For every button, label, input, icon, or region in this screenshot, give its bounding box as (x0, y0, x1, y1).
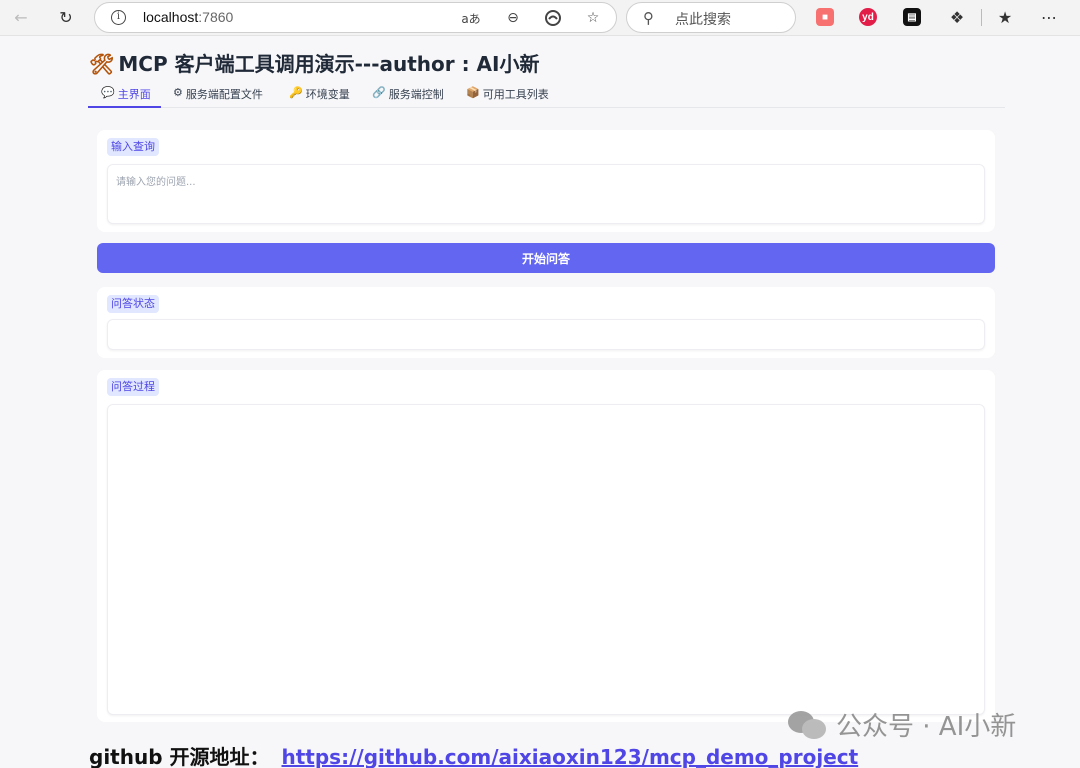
url-host: localhost (143, 9, 199, 25)
tab-server-control[interactable]: 🔗 服务端控制 (372, 86, 444, 108)
page-title-text: MCP 客户端工具调用演示---author : AI小新 (118, 52, 540, 76)
favorites-list-icon[interactable]: ★ (994, 6, 1016, 28)
extension-red-icon[interactable]: ■ (816, 8, 834, 26)
search-placeholder: 点此搜索 (675, 12, 731, 28)
extensions-puzzle-icon[interactable]: ❖ (946, 6, 968, 28)
package-icon: 📦 (466, 86, 480, 99)
watermark-text: 公众号 · AI小新 (836, 712, 1017, 742)
status-label: 问答状态 (107, 295, 159, 313)
start-qa-button[interactable]: 开始问答 (97, 243, 995, 273)
query-label: 输入查询 (107, 138, 159, 156)
reload-icon[interactable]: ↻ (54, 6, 78, 28)
link-icon: 🔗 (372, 86, 386, 99)
extension-dark-icon[interactable]: ▤ (903, 8, 921, 26)
tab-tool-list[interactable]: 📦 可用工具列表 (466, 86, 549, 108)
info-icon[interactable]: i (111, 10, 126, 25)
favorite-star-icon[interactable]: ☆ (583, 8, 603, 28)
footer-prefix: github 开源地址： (89, 745, 270, 768)
tab-label: 可用工具列表 (482, 88, 549, 101)
browser-toolbar: ← ↻ i localhost:7860 aあ ⊖ ☆ ⚲ 点此搜索 ■ yd … (0, 0, 1080, 36)
tools-icon: 🛠 (89, 52, 115, 76)
tab-label: 服务端控制 (388, 88, 444, 101)
extension-yd-icon[interactable]: yd (859, 8, 877, 26)
wechat-logo-icon (788, 709, 828, 741)
query-input[interactable] (108, 165, 984, 223)
footer: github 开源地址： https://github.com/aixiaoxin… (89, 741, 858, 768)
watermark: 公众号 · AI小新 (788, 706, 1016, 743)
url-text[interactable]: localhost:7860 (143, 9, 233, 25)
back-arrow-icon[interactable]: ← (9, 6, 33, 28)
search-icon: ⚲ (643, 9, 654, 27)
more-menu-icon[interactable]: ⋯ (1038, 6, 1060, 28)
zoom-out-icon[interactable]: ⊖ (503, 8, 523, 28)
browser-search-box[interactable]: ⚲ 点此搜索 (626, 2, 796, 33)
status-output[interactable] (108, 320, 984, 349)
status-field (107, 319, 985, 350)
github-link[interactable]: https://github.com/aixiaoxin123/mcp_demo… (282, 745, 859, 768)
tab-main[interactable]: 💬 主界面 (88, 86, 161, 108)
tab-label: 服务端配置文件 (185, 88, 263, 101)
process-label: 问答过程 (107, 378, 159, 396)
read-aloud-icon[interactable]: aあ (461, 8, 481, 28)
status-card: 问答状态 (97, 287, 995, 358)
tab-env-vars[interactable]: 🔑 环境变量 (289, 86, 350, 108)
gear-icon: ⚙ (173, 86, 183, 99)
process-output[interactable] (108, 405, 984, 714)
key-icon: 🔑 (289, 86, 303, 99)
tab-bar: 💬 主界面 ⚙ 服务端配置文件 🔑 环境变量 🔗 服务端控制 📦 可用工具列表 (88, 84, 1005, 108)
toolbar-divider (981, 9, 982, 26)
tab-label: 主界面 (117, 88, 151, 101)
edge-logo-icon[interactable] (543, 8, 563, 28)
tab-server-config[interactable]: ⚙ 服务端配置文件 (173, 86, 263, 108)
url-port: :7860 (198, 9, 234, 25)
process-field (107, 404, 985, 715)
chat-icon: 💬 (101, 86, 115, 99)
address-bar[interactable]: i localhost:7860 aあ ⊖ ☆ (94, 2, 617, 33)
page-title: 🛠 MCP 客户端工具调用演示---author : AI小新 (89, 48, 539, 77)
tab-label: 环境变量 (305, 88, 350, 101)
process-card: 问答过程 (97, 370, 995, 722)
query-field (107, 164, 985, 224)
query-card: 输入查询 (97, 130, 995, 232)
